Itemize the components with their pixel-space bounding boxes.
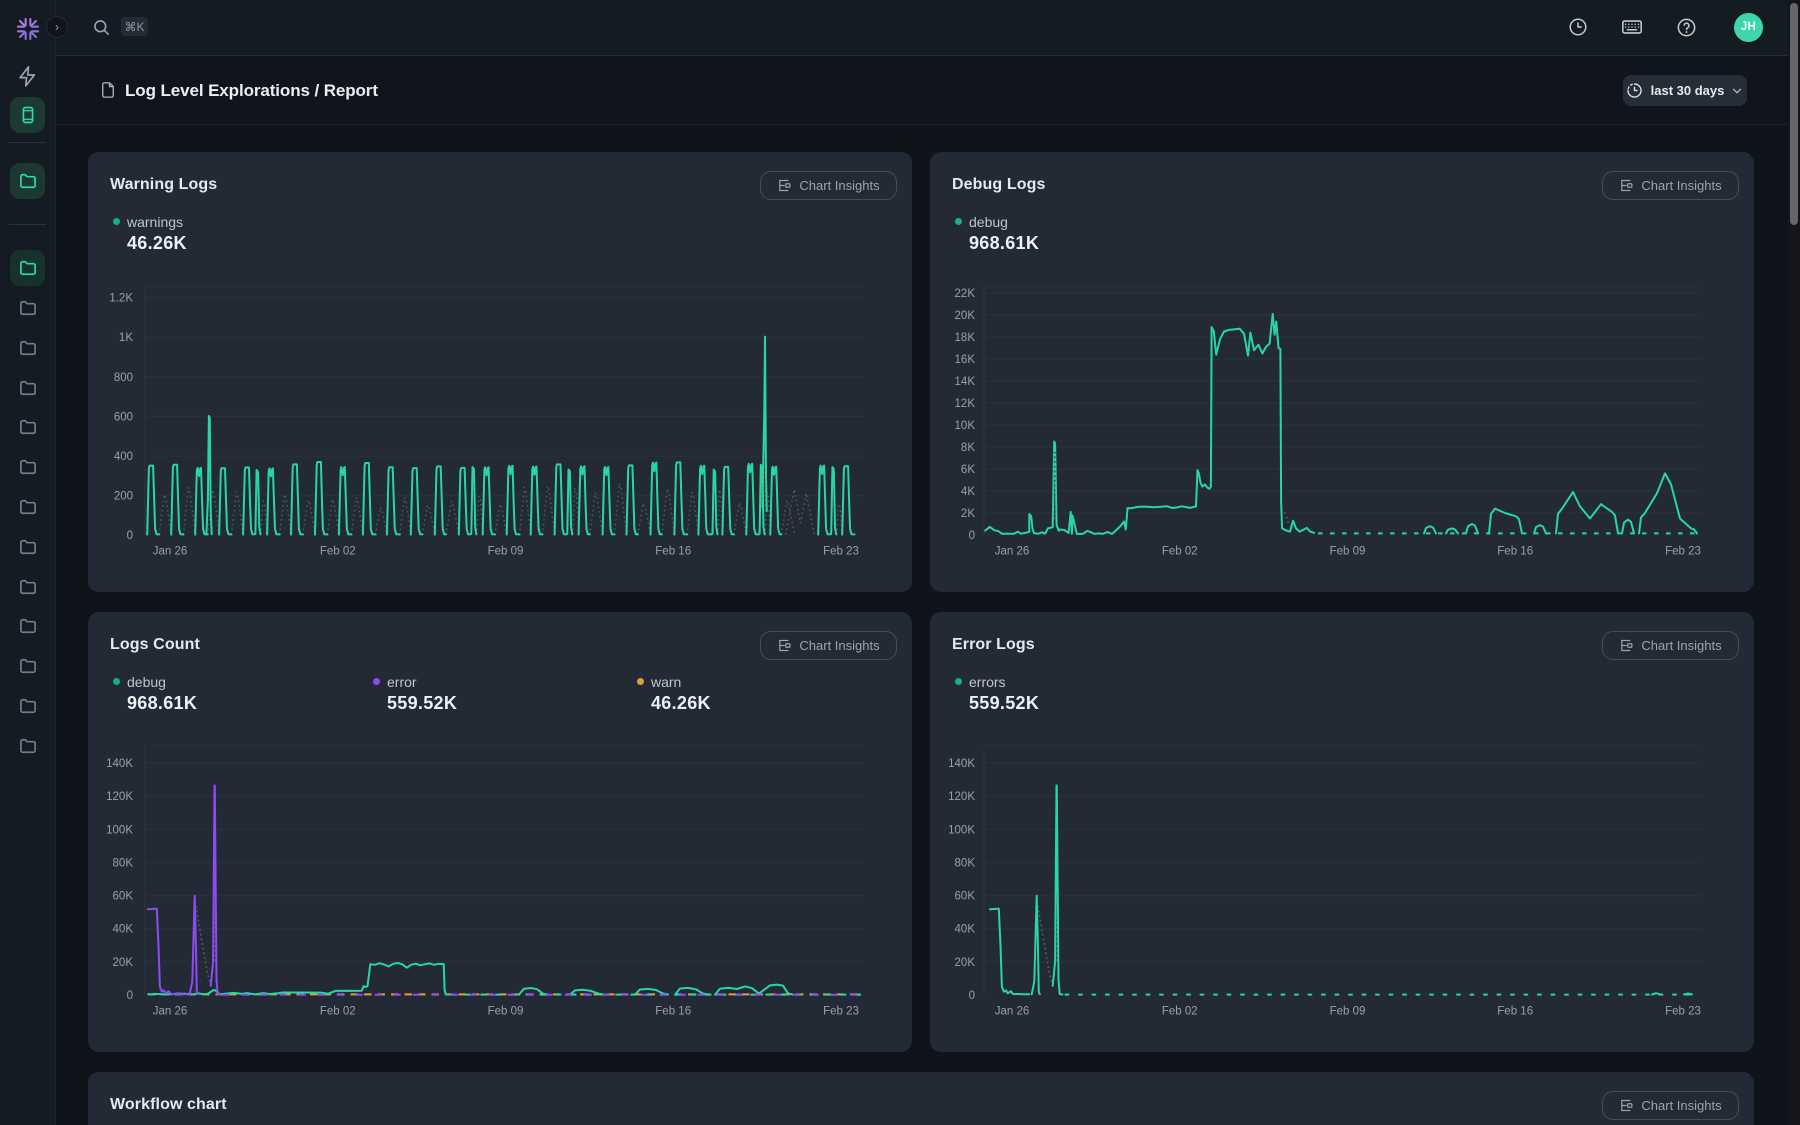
svg-text:Feb 09: Feb 09: [488, 546, 524, 558]
svg-text:60K: 60K: [955, 891, 976, 903]
svg-text:Feb 02: Feb 02: [320, 546, 356, 558]
svg-text:1K: 1K: [119, 332, 133, 344]
svg-text:Jan 26: Jan 26: [995, 1006, 1030, 1018]
svg-text:1.2K: 1.2K: [109, 293, 133, 305]
svg-text:14K: 14K: [955, 376, 976, 388]
svg-text:120K: 120K: [106, 791, 133, 803]
svg-text:80K: 80K: [955, 857, 976, 869]
svg-text:140K: 140K: [948, 758, 975, 770]
svg-text:40K: 40K: [113, 924, 134, 936]
svg-text:16K: 16K: [955, 354, 976, 366]
svg-text:Feb 16: Feb 16: [1497, 1006, 1533, 1018]
svg-text:0: 0: [969, 530, 975, 542]
svg-text:20K: 20K: [113, 957, 134, 969]
svg-text:Feb 02: Feb 02: [1162, 546, 1198, 558]
svg-text:Feb 23: Feb 23: [1665, 546, 1701, 558]
svg-text:40K: 40K: [955, 924, 976, 936]
svg-text:800: 800: [114, 372, 133, 384]
svg-text:60K: 60K: [113, 891, 134, 903]
svg-text:140K: 140K: [106, 758, 133, 770]
svg-text:Feb 09: Feb 09: [1330, 1006, 1366, 1018]
svg-text:Feb 23: Feb 23: [823, 546, 859, 558]
svg-text:Feb 16: Feb 16: [1497, 546, 1533, 558]
svg-text:Feb 23: Feb 23: [1665, 1006, 1701, 1018]
svg-text:Feb 02: Feb 02: [1162, 1006, 1198, 1018]
svg-text:400: 400: [114, 451, 133, 463]
svg-text:20K: 20K: [955, 957, 976, 969]
svg-text:Feb 02: Feb 02: [320, 1006, 356, 1018]
svg-text:Feb 23: Feb 23: [823, 1006, 859, 1018]
svg-text:Feb 09: Feb 09: [1330, 546, 1366, 558]
svg-text:6K: 6K: [961, 464, 975, 476]
svg-text:10K: 10K: [955, 420, 976, 432]
svg-text:0: 0: [127, 530, 133, 542]
svg-text:2K: 2K: [961, 508, 975, 520]
svg-text:12K: 12K: [955, 398, 976, 410]
svg-text:600: 600: [114, 411, 133, 423]
svg-text:0: 0: [127, 990, 133, 1002]
svg-text:18K: 18K: [955, 332, 976, 344]
svg-text:4K: 4K: [961, 486, 975, 498]
svg-text:80K: 80K: [113, 857, 134, 869]
svg-text:20K: 20K: [955, 310, 976, 322]
svg-text:22K: 22K: [955, 288, 976, 300]
svg-text:120K: 120K: [948, 791, 975, 803]
svg-text:8K: 8K: [961, 442, 975, 454]
svg-text:Feb 16: Feb 16: [655, 546, 691, 558]
svg-text:100K: 100K: [948, 824, 975, 836]
svg-text:Jan 26: Jan 26: [153, 1006, 188, 1018]
svg-text:100K: 100K: [106, 824, 133, 836]
svg-text:Feb 09: Feb 09: [488, 1006, 524, 1018]
svg-text:Jan 26: Jan 26: [995, 546, 1030, 558]
svg-text:0: 0: [969, 990, 975, 1002]
svg-text:Feb 16: Feb 16: [655, 1006, 691, 1018]
svg-text:200: 200: [114, 491, 133, 503]
svg-text:Jan 26: Jan 26: [153, 546, 188, 558]
